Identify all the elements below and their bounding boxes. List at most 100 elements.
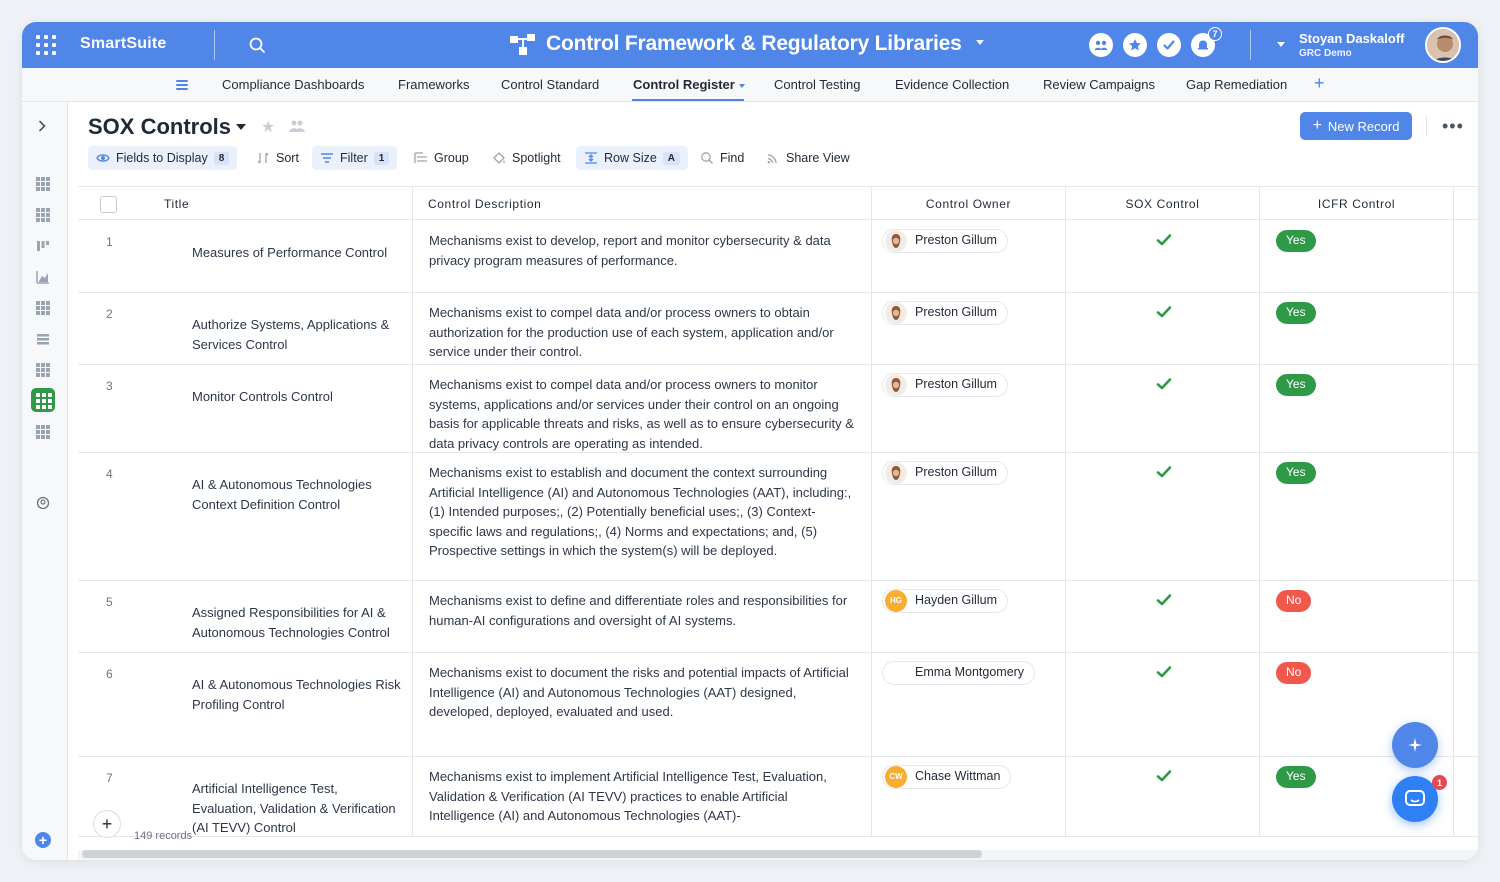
owner-chip[interactable]: Preston Gillum — [882, 373, 1008, 397]
find-button[interactable]: Find — [692, 146, 752, 170]
group-button[interactable]: Group — [406, 146, 477, 170]
record-title[interactable]: AI & Autonomous Technologies Risk Profil… — [106, 665, 412, 714]
help-icon[interactable] — [36, 496, 50, 510]
description-cell[interactable]: Mechanisms exist to compel data and/or p… — [413, 365, 872, 452]
table-row[interactable]: 2 Authorize Systems, Applications & Servi… — [78, 293, 1478, 365]
sox-cell[interactable] — [1066, 653, 1260, 756]
grid-view-icon[interactable] — [36, 208, 50, 222]
star-icon[interactable]: ★ — [261, 117, 275, 137]
nav-evidence-collection[interactable]: Evidence Collection — [895, 77, 1009, 92]
title-cell[interactable]: 2 Authorize Systems, Applications & Servi… — [78, 293, 413, 364]
grid-view-icon[interactable] — [36, 301, 50, 315]
chevron-down-icon[interactable] — [976, 40, 984, 45]
nav-review-campaigns[interactable]: Review Campaigns — [1043, 77, 1155, 92]
icfr-cell[interactable]: Yes — [1260, 453, 1454, 580]
menu-icon[interactable] — [176, 80, 188, 90]
team-icon[interactable] — [1089, 33, 1113, 57]
description-cell[interactable]: Mechanisms exist to compel data and/or p… — [413, 293, 872, 364]
add-table-button[interactable]: + — [1314, 73, 1325, 94]
record-title[interactable]: Artificial Intelligence Test, Evaluation… — [106, 769, 412, 838]
nav-frameworks[interactable]: Frameworks — [398, 77, 470, 92]
description-column-header[interactable]: Control Description — [413, 187, 872, 221]
select-all-checkbox[interactable] — [100, 196, 117, 213]
active-grid-view-icon[interactable] — [31, 388, 55, 412]
solution-title[interactable]: Control Framework & Regulatory Libraries — [546, 32, 962, 56]
share-people-icon[interactable] — [288, 118, 306, 134]
description-cell[interactable]: Mechanisms exist to develop, report and … — [413, 221, 872, 292]
sox-cell[interactable] — [1066, 221, 1260, 292]
list-icon[interactable] — [36, 332, 50, 346]
table-row[interactable]: 7 Artificial Intelligence Test, Evaluatio… — [78, 757, 1478, 837]
icfr-status-pill[interactable]: Yes — [1276, 766, 1316, 788]
record-title[interactable]: Measures of Performance Control — [106, 233, 412, 263]
search-icon[interactable] — [248, 36, 266, 54]
record-title[interactable]: Assigned Responsibilities for AI & Auton… — [106, 593, 412, 642]
chevron-down-icon[interactable] — [236, 124, 246, 130]
sox-cell[interactable] — [1066, 757, 1260, 836]
description-cell[interactable]: Mechanisms exist to define and different… — [413, 581, 872, 652]
owner-cell[interactable]: Preston Gillum — [872, 221, 1066, 292]
nav-control-register[interactable]: Control Register — [633, 77, 745, 92]
view-title[interactable]: SOX Controls — [88, 114, 231, 140]
tasks-check-icon[interactable] — [1157, 33, 1181, 57]
new-record-button[interactable]: + New Record — [1300, 112, 1412, 140]
record-title[interactable]: Authorize Systems, Applications & Servic… — [106, 305, 412, 354]
title-column-header[interactable]: Title — [78, 187, 413, 221]
kanban-icon[interactable] — [36, 239, 50, 253]
icfr-cell[interactable]: Yes — [1260, 293, 1454, 364]
more-options-icon[interactable]: ••• — [1442, 116, 1464, 137]
owner-chip[interactable]: Emma Montgomery — [882, 661, 1036, 685]
sox-cell[interactable] — [1066, 453, 1260, 580]
nav-control-standard[interactable]: Control Standard — [501, 77, 599, 92]
sox-cell[interactable] — [1066, 581, 1260, 652]
chevron-down-icon[interactable] — [738, 83, 745, 88]
user-name[interactable]: Stoyan Daskaloff — [1299, 31, 1404, 46]
record-title[interactable]: AI & Autonomous Technologies Context Def… — [106, 465, 412, 514]
owner-cell[interactable]: Preston Gillum — [872, 293, 1066, 364]
horizontal-scrollbar[interactable] — [82, 850, 982, 858]
title-cell[interactable]: 7 Artificial Intelligence Test, Evaluatio… — [78, 757, 413, 836]
table-row[interactable]: 6 AI & Autonomous Technologies Risk Profi… — [78, 653, 1478, 757]
favorites-icon[interactable] — [1123, 33, 1147, 57]
description-cell[interactable]: Mechanisms exist to document the risks a… — [413, 653, 872, 756]
icfr-status-pill[interactable]: Yes — [1276, 302, 1316, 324]
brand-logo[interactable]: SmartSuite — [80, 35, 166, 53]
owner-cell[interactable]: HG Hayden Gillum — [872, 581, 1066, 652]
ai-assistant-button[interactable] — [1392, 722, 1438, 768]
owner-cell[interactable]: Emma Montgomery — [872, 653, 1066, 756]
table-row[interactable]: 3 Monitor Controls Control Mechanisms exis… — [78, 365, 1478, 453]
icfr-status-pill[interactable]: Yes — [1276, 230, 1316, 252]
title-cell[interactable]: 5 Assigned Responsibilities for AI & Auto… — [78, 581, 413, 652]
add-record-button[interactable]: + — [93, 810, 121, 838]
owner-chip[interactable]: CW Chase Wittman — [882, 765, 1012, 789]
apps-grid-icon[interactable] — [36, 35, 56, 55]
icfr-cell[interactable]: Yes — [1260, 365, 1454, 452]
owner-cell[interactable]: Preston Gillum — [872, 365, 1066, 452]
icfr-status-pill[interactable]: Yes — [1276, 462, 1316, 484]
owner-chip[interactable]: Preston Gillum — [882, 461, 1008, 485]
owner-cell[interactable]: CW Chase Wittman — [872, 757, 1066, 836]
description-cell[interactable]: Mechanisms exist to establish and docume… — [413, 453, 872, 580]
title-cell[interactable]: 1 Measures of Performance Control — [78, 221, 413, 292]
owner-chip[interactable]: HG Hayden Gillum — [882, 589, 1008, 613]
record-title[interactable]: Monitor Controls Control — [106, 377, 412, 407]
chevron-down-icon[interactable] — [1277, 42, 1285, 47]
table-row[interactable]: 1 Measures of Performance Control Mechanis… — [78, 221, 1478, 293]
title-cell[interactable]: 4 AI & Autonomous Technologies Context De… — [78, 453, 413, 580]
grid-view-icon[interactable] — [36, 425, 50, 439]
spotlight-button[interactable]: Spotlight — [484, 146, 569, 170]
grid-view-icon[interactable] — [36, 363, 50, 377]
description-cell[interactable]: Mechanisms exist to implement Artificial… — [413, 757, 872, 836]
owner-cell[interactable]: Preston Gillum — [872, 453, 1066, 580]
row-size-button[interactable]: Row Size A — [576, 146, 689, 170]
chart-icon[interactable] — [36, 270, 50, 284]
owner-chip[interactable]: Preston Gillum — [882, 301, 1008, 325]
user-avatar[interactable] — [1425, 27, 1461, 63]
sox-cell[interactable] — [1066, 293, 1260, 364]
share-view-button[interactable]: Share View — [758, 146, 858, 170]
owner-chip[interactable]: Preston Gillum — [882, 229, 1008, 253]
owner-column-header[interactable]: Control Owner — [872, 187, 1066, 221]
sort-button[interactable]: Sort — [248, 146, 307, 170]
icfr-cell[interactable]: No — [1260, 581, 1454, 652]
title-cell[interactable]: 3 Monitor Controls Control — [78, 365, 413, 452]
